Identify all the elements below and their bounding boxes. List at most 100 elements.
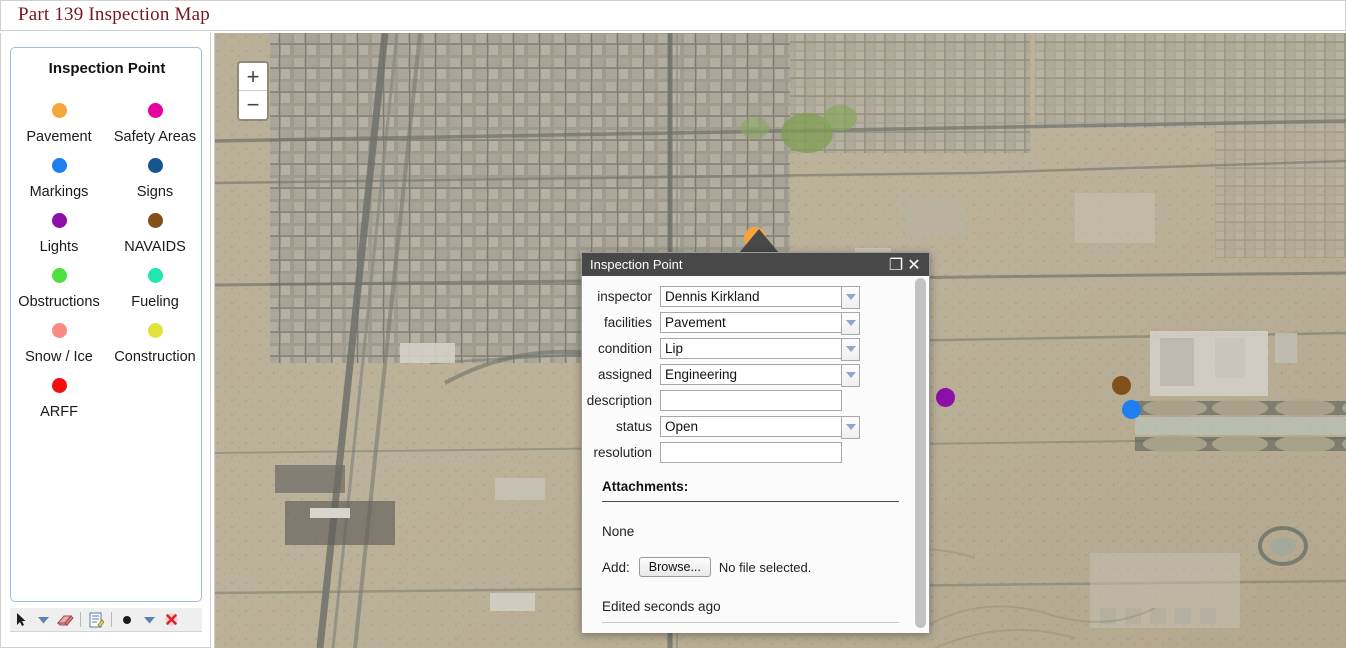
form-label-condition: condition: [597, 340, 652, 356]
edited-timestamp: Edited seconds ago: [602, 599, 899, 623]
separator-2: [111, 612, 112, 627]
page-title: Part 139 Inspection Map: [18, 4, 210, 25]
legend-item-label: Pavement: [26, 129, 92, 145]
chevron-down-icon[interactable]: [841, 363, 860, 387]
legend-dot-icon: [147, 103, 163, 118]
eraser-icon[interactable]: [54, 609, 76, 631]
legend-toolbar[interactable]: [10, 608, 202, 632]
legend-dot-icon: [51, 213, 67, 228]
legend-item-obstructions[interactable]: Obstructions: [11, 257, 107, 312]
form-label-assigned: assigned: [597, 366, 652, 382]
dialog-pointer-tip: [739, 229, 779, 253]
form-label-status: status: [615, 418, 652, 434]
dialog-scrollbar-thumb[interactable]: [915, 278, 926, 628]
chevron-down-icon[interactable]: [841, 285, 860, 309]
attachment-add-label: Add:: [602, 559, 630, 575]
close-icon[interactable]: ✕: [905, 256, 923, 274]
point-icon[interactable]: [116, 609, 138, 631]
point-dropdown-icon[interactable]: [138, 609, 160, 631]
legend-panel: Inspection Point Pavement Safety Areas Mar…: [0, 33, 211, 648]
select-assigned[interactable]: Engineering: [660, 363, 860, 387]
form-row-inspector: inspector Dennis Kirkland: [582, 284, 912, 309]
legend-row: Snow / Ice Construction: [11, 312, 203, 367]
input-resolution[interactable]: [660, 441, 842, 463]
dialog-title: Inspection Point: [590, 257, 683, 272]
legend-item-label: NAVAIDS: [124, 239, 186, 255]
select-dropdown-icon[interactable]: [32, 609, 54, 631]
legend-cell-empty: [107, 367, 203, 422]
legend-dot-icon: [51, 158, 67, 173]
marker-markings[interactable]: [1122, 400, 1141, 419]
legend-item-label: Construction: [114, 349, 196, 365]
legend-dot-icon: [51, 323, 67, 338]
form-value-facilities: Pavement: [665, 314, 726, 330]
legend-item-label: ARFF: [40, 404, 78, 420]
legend-item-fueling[interactable]: Fueling: [107, 257, 203, 312]
maximize-icon[interactable]: ❐: [887, 256, 905, 274]
form-row-condition: condition Lip: [582, 336, 912, 361]
legend-item-navaids[interactable]: NAVAIDS: [107, 202, 203, 257]
marker-lights[interactable]: [936, 388, 955, 407]
no-file-selected-text: No file selected.: [718, 559, 812, 575]
marker-navaids[interactable]: [1112, 376, 1131, 395]
legend-row: Obstructions Fueling: [11, 257, 203, 312]
legend-dot-icon: [147, 213, 163, 228]
legend-item-arff[interactable]: ARFF: [11, 367, 107, 422]
input-description[interactable]: [660, 389, 842, 411]
legend-dot-icon: [51, 378, 67, 393]
legend-dot-icon: [147, 323, 163, 338]
attachments-heading: Attachments:: [602, 479, 899, 502]
attachment-add-row: Add: Browse... No file selected.: [602, 557, 899, 577]
zoom-in-button[interactable]: +: [239, 63, 267, 91]
legend-item-label: Snow / Ice: [25, 349, 93, 365]
delete-x-icon[interactable]: [160, 609, 182, 631]
inspection-point-dialog[interactable]: Inspection Point ❐ ✕ inspector Dennis Kir…: [581, 252, 930, 633]
form-row-assigned: assigned Engineering: [582, 362, 912, 387]
select-status[interactable]: Open: [660, 415, 860, 439]
form-row-resolution: resolution: [582, 440, 912, 464]
select-condition[interactable]: Lip: [660, 337, 860, 361]
legend-item-construction[interactable]: Construction: [107, 312, 203, 367]
map-zoom-control[interactable]: + −: [237, 61, 269, 121]
form-label-inspector: inspector: [597, 288, 652, 304]
form-label-description: description: [586, 392, 652, 408]
app-header: Part 139 Inspection Map: [0, 0, 1346, 31]
legend-item-safety-areas[interactable]: Safety Areas: [107, 92, 203, 147]
legend-item-label: Signs: [136, 184, 174, 200]
attachments-empty-text: None: [602, 524, 635, 539]
form-label-resolution: resolution: [593, 444, 652, 460]
attachments-section: Attachments: None Add: Browse... No file…: [602, 479, 899, 633]
legend-box: Inspection Point Pavement Safety Areas Mar…: [10, 47, 202, 602]
form-value-assigned: Engineering: [665, 366, 738, 382]
legend-row: ARFF: [11, 367, 203, 422]
browse-button[interactable]: Browse...: [638, 557, 711, 577]
edit-note-icon[interactable]: [85, 609, 107, 631]
form-row-facilities: facilities Pavement: [582, 310, 912, 335]
form-row-description: description: [582, 388, 912, 412]
zoom-out-button[interactable]: −: [239, 91, 267, 119]
dialog-titlebar[interactable]: Inspection Point ❐ ✕: [582, 253, 929, 276]
legend-item-snow-ice[interactable]: Snow / Ice: [11, 312, 107, 367]
chevron-down-icon[interactable]: [841, 415, 860, 439]
chevron-down-icon[interactable]: [841, 311, 860, 335]
legend-dot-icon: [51, 268, 67, 283]
legend-item-lights[interactable]: Lights: [11, 202, 107, 257]
legend-item-signs[interactable]: Signs: [107, 147, 203, 202]
form-label-facilities: facilities: [603, 314, 652, 330]
dialog-scrollbar[interactable]: [914, 278, 927, 631]
select-facilities[interactable]: Pavement: [660, 311, 860, 335]
select-cursor-icon[interactable]: [10, 609, 32, 631]
legend-item-markings[interactable]: Markings: [11, 147, 107, 202]
legend-item-label: Lights: [39, 239, 79, 255]
legend-dot-icon: [147, 158, 163, 173]
select-inspector[interactable]: Dennis Kirkland: [660, 285, 860, 309]
chevron-down-icon[interactable]: [841, 337, 860, 361]
dialog-body: inspector Dennis Kirkland facilities Paveme…: [582, 276, 929, 633]
legend-row: Lights NAVAIDS: [11, 202, 203, 257]
inspection-form: inspector Dennis Kirkland facilities Paveme…: [582, 284, 912, 466]
legend-heading: Inspection Point: [48, 60, 166, 77]
legend-item-pavement[interactable]: Pavement: [11, 92, 107, 147]
form-row-status: status Open: [582, 414, 912, 439]
legend-item-label: Markings: [29, 184, 89, 200]
legend-item-label: Safety Areas: [113, 129, 197, 145]
